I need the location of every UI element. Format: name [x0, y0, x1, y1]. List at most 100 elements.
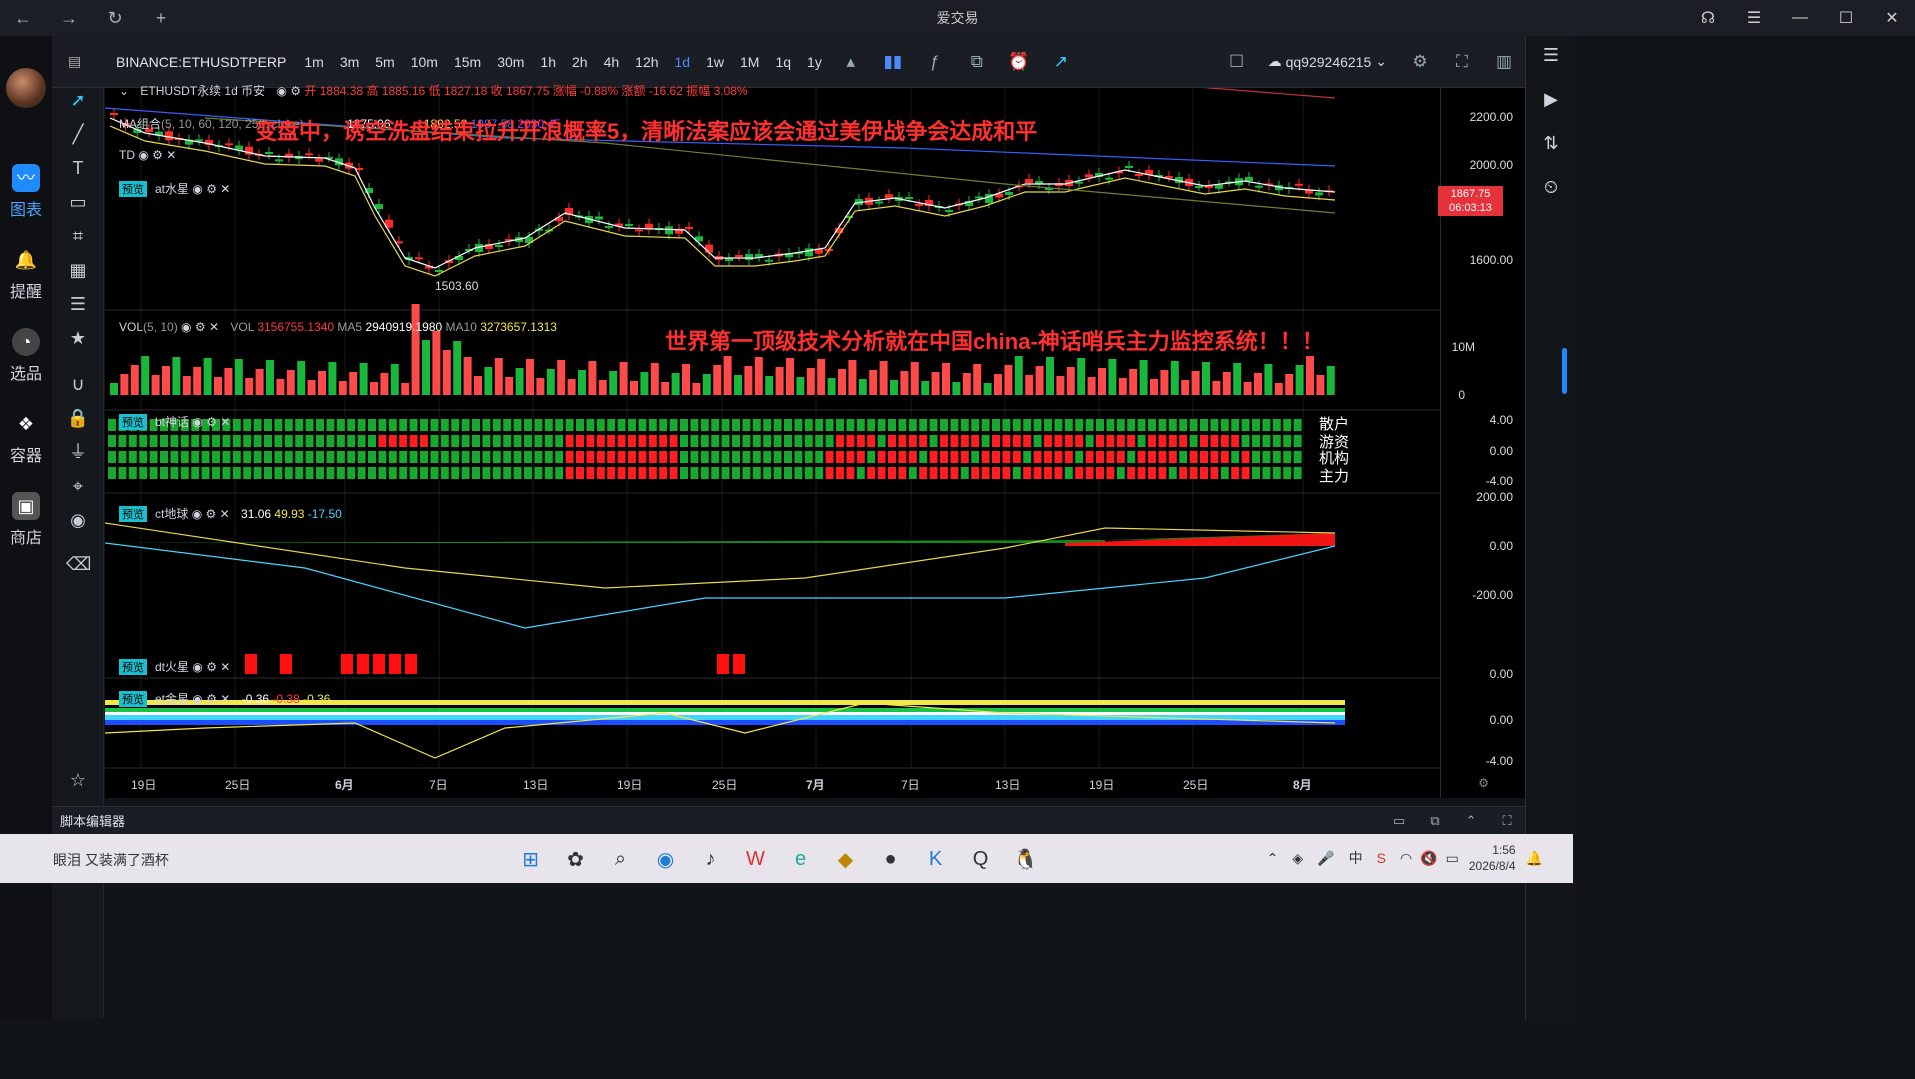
notification-icon[interactable]: 🔔 — [1526, 850, 1543, 867]
eye-icon[interactable]: ◉ — [138, 148, 148, 162]
play-icon[interactable]: ▶ — [1538, 86, 1564, 112]
minimize-icon[interactable]: — — [1777, 0, 1823, 36]
settings-icon[interactable]: ⚙ — [1399, 52, 1441, 72]
close-icon[interactable]: ✕ — [166, 148, 176, 162]
app-icon[interactable]: K — [913, 844, 958, 874]
candle-type-icon[interactable]: ▮▮ — [872, 52, 914, 72]
eye-icon[interactable]: ◉ — [192, 182, 202, 196]
settings-icon[interactable]: ⚙ — [206, 507, 217, 521]
eye-icon[interactable]: ◉ — [276, 84, 286, 98]
fullscreen-square-icon[interactable]: ☐ — [1216, 52, 1258, 72]
timeframe-1M[interactable]: 1M — [732, 54, 767, 70]
qq-icon[interactable]: 🐧 — [1003, 844, 1048, 874]
settings-icon[interactable]: ⚙ — [206, 660, 217, 674]
timeframe-1d[interactable]: 1d — [667, 54, 699, 70]
timeframe-5m[interactable]: 5m — [367, 54, 402, 70]
settings-icon[interactable]: ⚙ — [152, 148, 163, 162]
alert-add-icon[interactable]: ⏰ — [998, 52, 1040, 72]
scrollbar[interactable] — [1562, 348, 1567, 394]
watchlist-icon[interactable]: ☰ — [1538, 42, 1564, 68]
panel-icon[interactable]: ▭ — [1381, 813, 1417, 829]
volume-mute-icon[interactable]: 🔇 — [1420, 850, 1437, 867]
timeframe-1q[interactable]: 1q — [767, 54, 799, 70]
nav-screener[interactable]: ◔ 选品 — [0, 328, 52, 384]
chat-app-icon[interactable]: ◉ — [643, 844, 688, 874]
close-icon[interactable]: ✕ — [1869, 0, 1915, 36]
settings-icon[interactable]: ⚙ — [290, 84, 301, 98]
forward-icon[interactable]: → — [46, 0, 92, 36]
settings-icon[interactable]: ⚙ — [206, 415, 217, 429]
axis-settings-icon[interactable]: ⚙ — [1478, 776, 1489, 790]
menu-icon[interactable]: ☰ — [1731, 0, 1777, 36]
wifi-icon[interactable]: ◠ — [1400, 850, 1412, 867]
timeframe-15m[interactable]: 15m — [446, 54, 489, 70]
headset-icon[interactable]: ☊ — [1685, 0, 1731, 36]
chart-area[interactable]: ⌄ ETHUSDT永续 1d 币安 ◉ ⚙ 开 1884.38 高 1885.1… — [104, 69, 1525, 798]
close-icon[interactable]: ✕ — [209, 320, 219, 334]
app-icon[interactable]: ◆ — [823, 844, 868, 874]
fib-icon[interactable]: ☰ — [66, 292, 90, 316]
star-icon[interactable]: ★ — [66, 326, 90, 350]
chevron-up-icon[interactable]: ⌃ — [1267, 850, 1279, 867]
start-icon[interactable]: ⊞ — [508, 844, 553, 874]
close-icon[interactable]: ✕ — [220, 660, 230, 674]
timeframe-30m[interactable]: 30m — [489, 54, 532, 70]
replay-icon[interactable]: ↗ — [1040, 52, 1082, 72]
app-tray-icon[interactable]: S — [1377, 850, 1386, 866]
user-name[interactable]: qq929246215 — [1286, 54, 1372, 70]
timeframe-1y[interactable]: 1y — [799, 54, 830, 70]
clock[interactable]: 1:56 2026/8/4 — [1469, 842, 1516, 874]
rectangle-icon[interactable]: ▭ — [66, 190, 90, 214]
timeframe-more-icon[interactable]: ▴ — [830, 52, 872, 72]
text-tool-icon[interactable]: T — [66, 156, 90, 180]
collapse-chevron-icon[interactable]: ⌄ — [119, 84, 129, 98]
eraser-icon[interactable]: ⌫ — [66, 552, 91, 576]
back-icon[interactable]: ← — [0, 0, 46, 36]
timeframe-2h[interactable]: 2h — [564, 54, 596, 70]
symbol-selector[interactable]: BINANCE:ETHUSDTPERP — [52, 54, 296, 70]
chevron-down-icon[interactable]: ⌄ — [1375, 53, 1387, 70]
favorite-star-icon[interactable]: ☆ — [66, 768, 90, 792]
grid-icon[interactable]: ▦ — [66, 258, 90, 282]
eye-icon[interactable]: ◉ — [192, 415, 202, 429]
close-icon[interactable]: ✕ — [220, 182, 230, 196]
nav-container[interactable]: ❖ 容器 — [0, 410, 52, 466]
app-icon[interactable]: Q — [958, 844, 1003, 874]
avatar[interactable] — [6, 68, 46, 108]
close-icon[interactable]: ✕ — [220, 415, 230, 429]
new-tab-icon[interactable]: + — [138, 0, 184, 36]
clock-icon[interactable]: ⏲ — [1538, 174, 1564, 200]
eye-icon[interactable]: ◉ — [181, 320, 191, 334]
eye-icon[interactable]: ◉ — [192, 507, 202, 521]
measure-icon[interactable]: ⌗ — [66, 224, 90, 248]
timeframe-4h[interactable]: 4h — [596, 54, 628, 70]
wps-icon[interactable]: W — [733, 844, 778, 874]
nav-chart[interactable]: 〰图表 — [0, 164, 52, 220]
indicator-icon[interactable]: ƒ — [914, 52, 956, 72]
timeframe-1h[interactable]: 1h — [532, 54, 564, 70]
app-icon[interactable]: ● — [868, 844, 913, 874]
maximize-icon[interactable]: ☐ — [1823, 0, 1869, 36]
settings-icon[interactable]: ⚙ — [206, 692, 217, 706]
tiktok-icon[interactable]: ♪ — [688, 844, 733, 874]
chevron-up-icon[interactable]: ⌃ — [1453, 813, 1489, 829]
lock-icon[interactable]: 🔒 — [66, 406, 90, 430]
reload-icon[interactable]: ↻ — [92, 0, 138, 36]
close-icon[interactable]: ✕ — [220, 692, 230, 706]
script-editor-tab[interactable]: 脚本编辑器 — [60, 811, 125, 830]
nav-store[interactable]: ▣ 商店 — [0, 492, 52, 548]
timeframe-12h[interactable]: 12h — [627, 54, 666, 70]
panel-toggle-icon[interactable]: ▥ — [1483, 52, 1525, 72]
eye-icon[interactable]: ◉ — [66, 508, 90, 532]
eye-icon[interactable]: ◉ — [192, 660, 202, 674]
target-icon[interactable]: ⌖ — [66, 474, 90, 498]
nav-alert[interactable]: 🔔 提醒 — [0, 246, 52, 302]
filter-icon[interactable]: ⏚ — [66, 440, 90, 464]
popout-icon[interactable]: ⧉ — [1417, 813, 1453, 829]
edge-icon[interactable]: e — [778, 844, 823, 874]
search-icon[interactable]: ⌕ — [598, 844, 643, 874]
mic-icon[interactable]: 🎤 — [1317, 850, 1334, 867]
magnet-icon[interactable]: ∪ — [66, 372, 90, 396]
eye-icon[interactable]: ◉ — [192, 692, 202, 706]
settings-icon[interactable]: ⚙ — [206, 182, 217, 196]
